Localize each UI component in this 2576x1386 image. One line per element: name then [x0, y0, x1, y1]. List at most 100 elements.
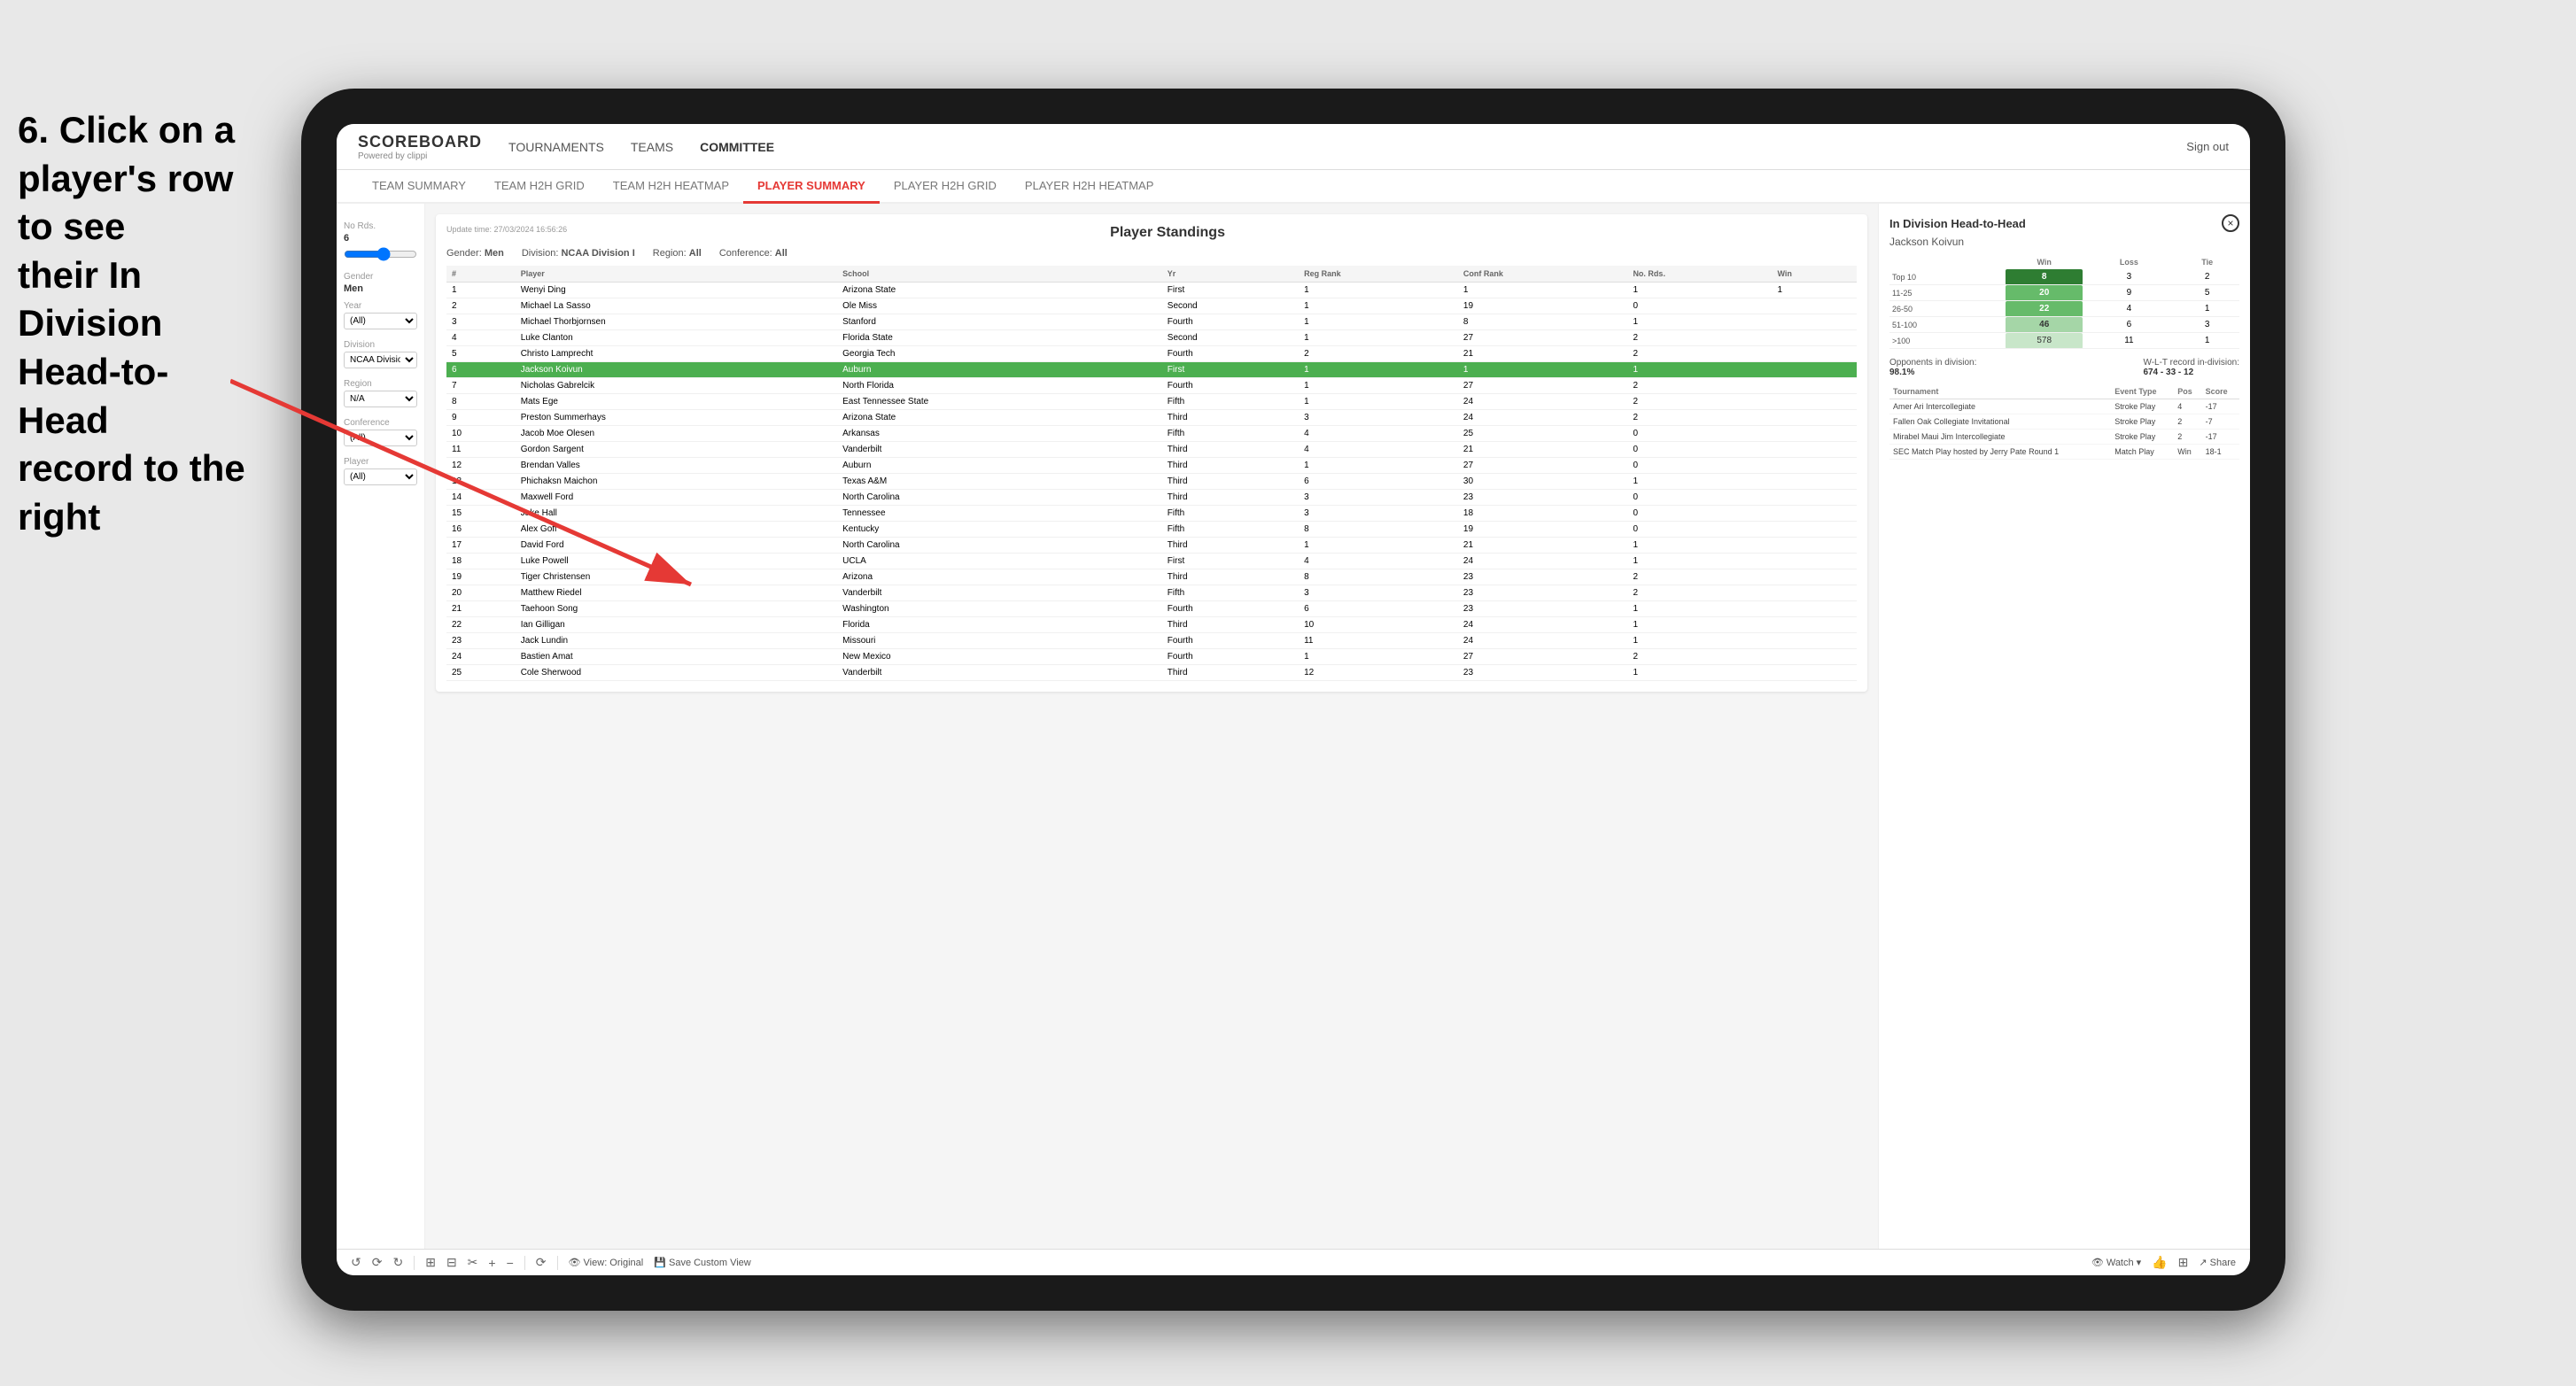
redo-forward-button[interactable]: ⟳	[372, 1255, 383, 1270]
sub-nav: TEAM SUMMARY TEAM H2H GRID TEAM H2H HEAT…	[337, 170, 2250, 204]
gender-label: Gender	[344, 272, 417, 282]
col-school: School	[837, 266, 1162, 283]
table-row[interactable]: 6 Jackson Koivun Auburn First 1 1 1	[446, 362, 1857, 378]
paste-button[interactable]: ⊟	[446, 1255, 457, 1270]
table-row[interactable]: 10 Jacob Moe Olesen Arkansas Fifth 4 25 …	[446, 426, 1857, 442]
h2h-row: 26-50 22 4 1	[1889, 301, 2239, 317]
t-col-tournament: Tournament	[1889, 384, 2111, 399]
h2h-row: Top 10 8 3 2	[1889, 269, 2239, 285]
tab-team-h2h-heatmap[interactable]: TEAM H2H HEATMAP	[599, 170, 743, 204]
table-row[interactable]: 24 Bastien Amat New Mexico Fourth 1 27 2	[446, 649, 1857, 665]
table-row[interactable]: 15 Jake Hall Tennessee Fifth 3 18 0	[446, 506, 1857, 522]
h2h-row: 11-25 20 9 5	[1889, 285, 2239, 301]
logo-text: SCOREBOARD	[358, 133, 482, 151]
table-row[interactable]: 11 Gordon Sargent Vanderbilt Third 4 21 …	[446, 442, 1857, 458]
col-win: Win	[1772, 266, 1857, 283]
grid-button[interactable]: ⊞	[2178, 1255, 2189, 1270]
h2h-col-tie: Tie	[2175, 255, 2239, 269]
no-rds-slider[interactable]	[344, 247, 417, 261]
conference-select[interactable]: (All)	[344, 430, 417, 446]
nav-committee[interactable]: COMMITTEE	[700, 136, 774, 158]
table-row[interactable]: 25 Cole Sherwood Vanderbilt Third 12 23 …	[446, 665, 1857, 681]
table-row[interactable]: 18 Luke Powell UCLA First 4 24 1	[446, 554, 1857, 569]
table-row[interactable]: 22 Ian Gilligan Florida Third 10 24 1	[446, 617, 1857, 633]
division-select[interactable]: NCAA Division I	[344, 352, 417, 368]
table-row[interactable]: 20 Matthew Riedel Vanderbilt Fifth 3 23 …	[446, 585, 1857, 601]
tab-player-h2h-grid[interactable]: PLAYER H2H GRID	[880, 170, 1011, 204]
year-label: Year	[344, 301, 417, 311]
panel-title: Player Standings	[567, 225, 1768, 241]
col-hash: #	[446, 266, 516, 283]
tab-team-summary[interactable]: TEAM SUMMARY	[358, 170, 480, 204]
h2h-row: 51-100 46 6 3	[1889, 317, 2239, 333]
table-row[interactable]: 7 Nicholas Gabrelcik North Florida Fourt…	[446, 378, 1857, 394]
h2h-panel: In Division Head-to-Head × Jackson Koivu…	[1878, 204, 2250, 1249]
tournament-table: Tournament Event Type Pos Score Amer Ari…	[1889, 384, 2239, 460]
update-time: Update time: 27/03/2024 16:56:26	[446, 225, 567, 234]
player-label: Player	[344, 457, 417, 467]
redo-button[interactable]: ↻	[392, 1255, 403, 1270]
watch-button[interactable]: 👁 Watch ▾	[2091, 1257, 2141, 1268]
table-row[interactable]: 4 Luke Clanton Florida State Second 1 27…	[446, 330, 1857, 346]
sidebar-filters: No Rds. 6 Gender Men Year (All) Division…	[337, 204, 425, 1249]
division-label: Division	[344, 340, 417, 350]
col-reg-rank: Reg Rank	[1299, 266, 1458, 283]
h2h-table: Win Loss Tie Top 10 8 3 2 11-25 20 9 5 2…	[1889, 255, 2239, 349]
table-row[interactable]: 9 Preston Summerhays Arizona State Third…	[446, 410, 1857, 426]
table-row[interactable]: 17 David Ford North Carolina Third 1 21 …	[446, 538, 1857, 554]
conference-label: Conference	[344, 418, 417, 428]
view-original-button[interactable]: 👁 View: Original	[569, 1257, 644, 1268]
tournament-row: SEC Match Play hosted by Jerry Pate Roun…	[1889, 445, 2239, 460]
table-row[interactable]: 1 Wenyi Ding Arizona State First 1 1 1 1	[446, 283, 1857, 298]
main-content: No Rds. 6 Gender Men Year (All) Division…	[337, 204, 2250, 1249]
refresh-button[interactable]: ⟳	[536, 1255, 547, 1270]
save-custom-button[interactable]: 💾 Save Custom View	[654, 1257, 751, 1268]
year-select[interactable]: (All)	[344, 313, 417, 329]
minus-button[interactable]: −	[507, 1256, 514, 1270]
table-row[interactable]: 5 Christo Lamprecht Georgia Tech Fourth …	[446, 346, 1857, 362]
t-col-pos: Pos	[2174, 384, 2201, 399]
tab-player-h2h-heatmap[interactable]: PLAYER H2H HEATMAP	[1011, 170, 1168, 204]
tournament-row: Mirabel Maui Jim Intercollegiate Stroke …	[1889, 430, 2239, 445]
toolbar-divider-2	[524, 1256, 525, 1270]
add-button[interactable]: +	[488, 1256, 495, 1270]
sign-out-button[interactable]: Sign out	[2186, 140, 2229, 153]
h2h-title: In Division Head-to-Head	[1889, 217, 2026, 230]
copy-button[interactable]: ⊞	[425, 1255, 436, 1270]
filter-division: Division: NCAA Division I	[522, 248, 635, 259]
table-row[interactable]: 19 Tiger Christensen Arizona Third 8 23 …	[446, 569, 1857, 585]
table-row[interactable]: 3 Michael Thorbjornsen Stanford Fourth 1…	[446, 314, 1857, 330]
tablet-screen: SCOREBOARD Powered by clippi TOURNAMENTS…	[337, 124, 2250, 1275]
nav-tournaments[interactable]: TOURNAMENTS	[508, 136, 604, 158]
region-select[interactable]: N/A	[344, 391, 417, 407]
tab-player-summary[interactable]: PLAYER SUMMARY	[743, 170, 880, 204]
panel-header: Update time: 27/03/2024 16:56:26 Player …	[446, 225, 1857, 241]
toolbar-divider-3	[557, 1256, 558, 1270]
table-row[interactable]: 14 Maxwell Ford North Carolina Third 3 2…	[446, 490, 1857, 506]
record-stat: W-L-T record in-division: 674 - 33 - 12	[2143, 358, 2239, 377]
table-row[interactable]: 2 Michael La Sasso Ole Miss Second 1 19 …	[446, 298, 1857, 314]
col-conf-rank: Conf Rank	[1458, 266, 1628, 283]
undo-button[interactable]: ↺	[351, 1255, 361, 1270]
table-row[interactable]: 13 Phichaksn Maichon Texas A&M Third 6 3…	[446, 474, 1857, 490]
nav-teams[interactable]: TEAMS	[631, 136, 673, 158]
table-row[interactable]: 16 Alex Goff Kentucky Fifth 8 19 0	[446, 522, 1857, 538]
bottom-toolbar: ↺ ⟳ ↻ ⊞ ⊟ ✂ + − ⟳ 👁 View: Original 💾 Sav…	[337, 1249, 2250, 1275]
table-row[interactable]: 21 Taehoon Song Washington Fourth 6 23 1	[446, 601, 1857, 617]
no-rds-value: 6	[344, 233, 417, 244]
share-button[interactable]: ↗ Share	[2199, 1257, 2236, 1268]
player-select[interactable]: (All)	[344, 468, 417, 485]
instruction-text: 6. Click on a player's row to see their …	[0, 106, 266, 541]
table-row[interactable]: 12 Brendan Valles Auburn Third 1 27 0	[446, 458, 1857, 474]
share-icon: ↗	[2199, 1258, 2207, 1268]
opponents-stat: Opponents in division: 98.1%	[1889, 358, 1976, 377]
table-row[interactable]: 8 Mats Ege East Tennessee State Fifth 1 …	[446, 394, 1857, 410]
thumbs-up-button[interactable]: 👍	[2152, 1255, 2167, 1270]
filter-region: Region: All	[653, 248, 702, 259]
h2h-close-button[interactable]: ×	[2222, 214, 2239, 232]
tablet-frame: SCOREBOARD Powered by clippi TOURNAMENTS…	[301, 89, 2285, 1311]
tab-team-h2h-grid[interactable]: TEAM H2H GRID	[480, 170, 599, 204]
view-icon: 👁	[569, 1258, 581, 1268]
table-row[interactable]: 23 Jack Lundin Missouri Fourth 11 24 1	[446, 633, 1857, 649]
cut-button[interactable]: ✂	[468, 1255, 478, 1270]
